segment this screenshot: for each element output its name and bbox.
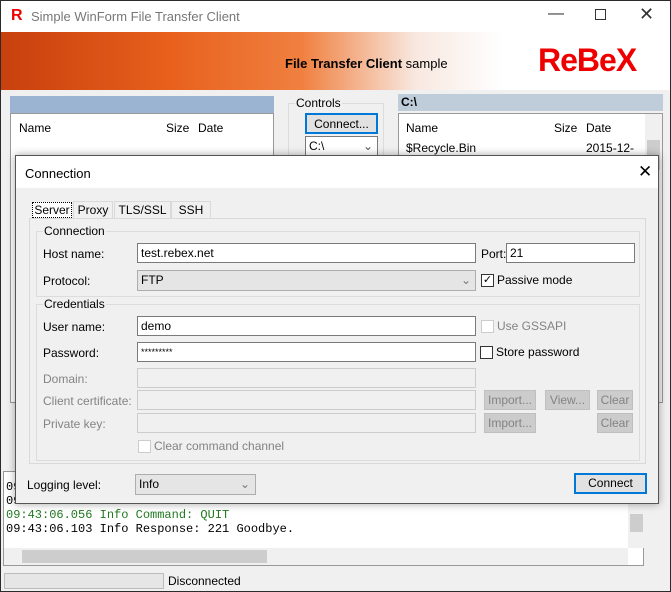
gssapi-label[interactable]: Use GSSAPI	[497, 319, 566, 333]
host-input[interactable]: test.rebex.net	[137, 243, 476, 263]
minimize-icon[interactable]: —	[548, 5, 564, 23]
credentials-group-label: Credentials	[43, 297, 106, 311]
drive-select[interactable]: C:\ ⌄	[305, 136, 378, 156]
log-horizontal-scrollbar[interactable]	[4, 548, 628, 565]
tab-ssh[interactable]: SSH	[171, 201, 211, 219]
host-label: Host name:	[43, 247, 105, 261]
controls-label: Controls	[295, 96, 342, 110]
user-label: User name:	[43, 320, 106, 334]
left-panel-header	[10, 96, 274, 113]
column-name[interactable]: Name	[406, 121, 438, 135]
clear-command-channel-checkbox[interactable]	[138, 440, 151, 453]
scroll-thumb[interactable]	[22, 550, 267, 563]
password-label: Password:	[43, 346, 100, 360]
chevron-down-icon: ⌄	[239, 477, 250, 491]
file-row[interactable]: $Recycle.Bin 2015-12-03	[406, 141, 646, 169]
connection-group-label: Connection	[43, 224, 106, 238]
title-bar: R Simple WinForm File Transfer Client — …	[1, 1, 670, 32]
rebex-logo: ReBeX	[538, 42, 637, 78]
banner: File Transfer Client sample ReBeX	[1, 32, 670, 90]
view-certificate-button[interactable]: View...	[545, 390, 590, 410]
logging-level-label: Logging level:	[27, 478, 102, 492]
banner-title: File Transfer Client sample	[285, 56, 448, 71]
close-icon[interactable]: ✕	[639, 4, 654, 25]
password-input[interactable]: *********	[137, 342, 476, 362]
banner-title-rest: sample	[402, 56, 448, 71]
tab-server[interactable]: Server	[32, 202, 72, 218]
log-line: 09:43:06.103 Info Response: 221 Goodbye.	[6, 522, 295, 536]
logging-level-value: Info	[139, 477, 160, 491]
log-line: 09:43:06.056 Info Command: QUIT	[6, 508, 230, 522]
client-certificate-input[interactable]	[137, 390, 476, 410]
protocol-label: Protocol:	[43, 274, 91, 288]
clear-command-channel-label[interactable]: Clear command channel	[154, 439, 284, 453]
column-date[interactable]: Date	[586, 121, 611, 135]
user-input[interactable]: demo	[137, 316, 476, 336]
port-label: Port:	[481, 247, 507, 261]
maximize-icon[interactable]	[595, 9, 606, 20]
passive-mode-checkbox[interactable]: ✓	[481, 274, 494, 287]
chevron-down-icon: ⌄	[362, 139, 373, 153]
domain-label: Domain:	[43, 372, 88, 386]
import-certificate-button[interactable]: Import...	[484, 390, 536, 410]
column-name[interactable]: Name	[19, 121, 51, 135]
store-password-checkbox[interactable]	[480, 346, 493, 359]
connect-dialog-button[interactable]: Connect...	[305, 113, 378, 134]
dialog-title: Connection	[25, 166, 91, 181]
gssapi-checkbox[interactable]	[481, 320, 494, 333]
dialog-title-bar: Connection ✕	[16, 156, 658, 188]
progress-bar	[4, 573, 164, 589]
clear-key-button[interactable]: Clear	[597, 413, 633, 433]
logging-level-select[interactable]: Info ⌄	[135, 474, 256, 495]
passive-mode-label[interactable]: Passive mode	[497, 273, 572, 287]
drive-value: C:\	[309, 139, 325, 153]
app-icon: R	[11, 7, 23, 24]
tab-proxy[interactable]: Proxy	[73, 201, 113, 219]
private-key-input[interactable]	[137, 413, 476, 433]
column-size[interactable]: Size	[166, 121, 189, 135]
port-input[interactable]: 21	[506, 243, 635, 263]
column-size[interactable]: Size	[554, 121, 577, 135]
window-title: Simple WinForm File Transfer Client	[31, 9, 240, 24]
private-key-label: Private key:	[43, 417, 106, 431]
domain-input[interactable]	[137, 368, 476, 388]
banner-title-bold: File Transfer Client	[285, 56, 403, 71]
chevron-down-icon: ⌄	[460, 273, 471, 287]
import-key-button[interactable]: Import...	[484, 413, 536, 433]
client-certificate-label: Client certificate:	[43, 394, 132, 408]
scroll-thumb[interactable]	[630, 514, 643, 532]
status-text: Disconnected	[168, 574, 241, 588]
store-password-label[interactable]: Store password	[496, 345, 579, 359]
tab-tls-ssl[interactable]: TLS/SSL	[114, 201, 171, 219]
close-icon[interactable]: ✕	[638, 162, 652, 182]
protocol-select[interactable]: FTP ⌄	[137, 270, 476, 291]
connect-button[interactable]: Connect	[574, 473, 647, 494]
clear-certificate-button[interactable]: Clear	[597, 390, 633, 410]
file-name: $Recycle.Bin	[406, 141, 477, 155]
right-panel-header: C:\	[398, 94, 663, 111]
column-date[interactable]: Date	[198, 121, 223, 135]
protocol-value: FTP	[141, 273, 164, 287]
